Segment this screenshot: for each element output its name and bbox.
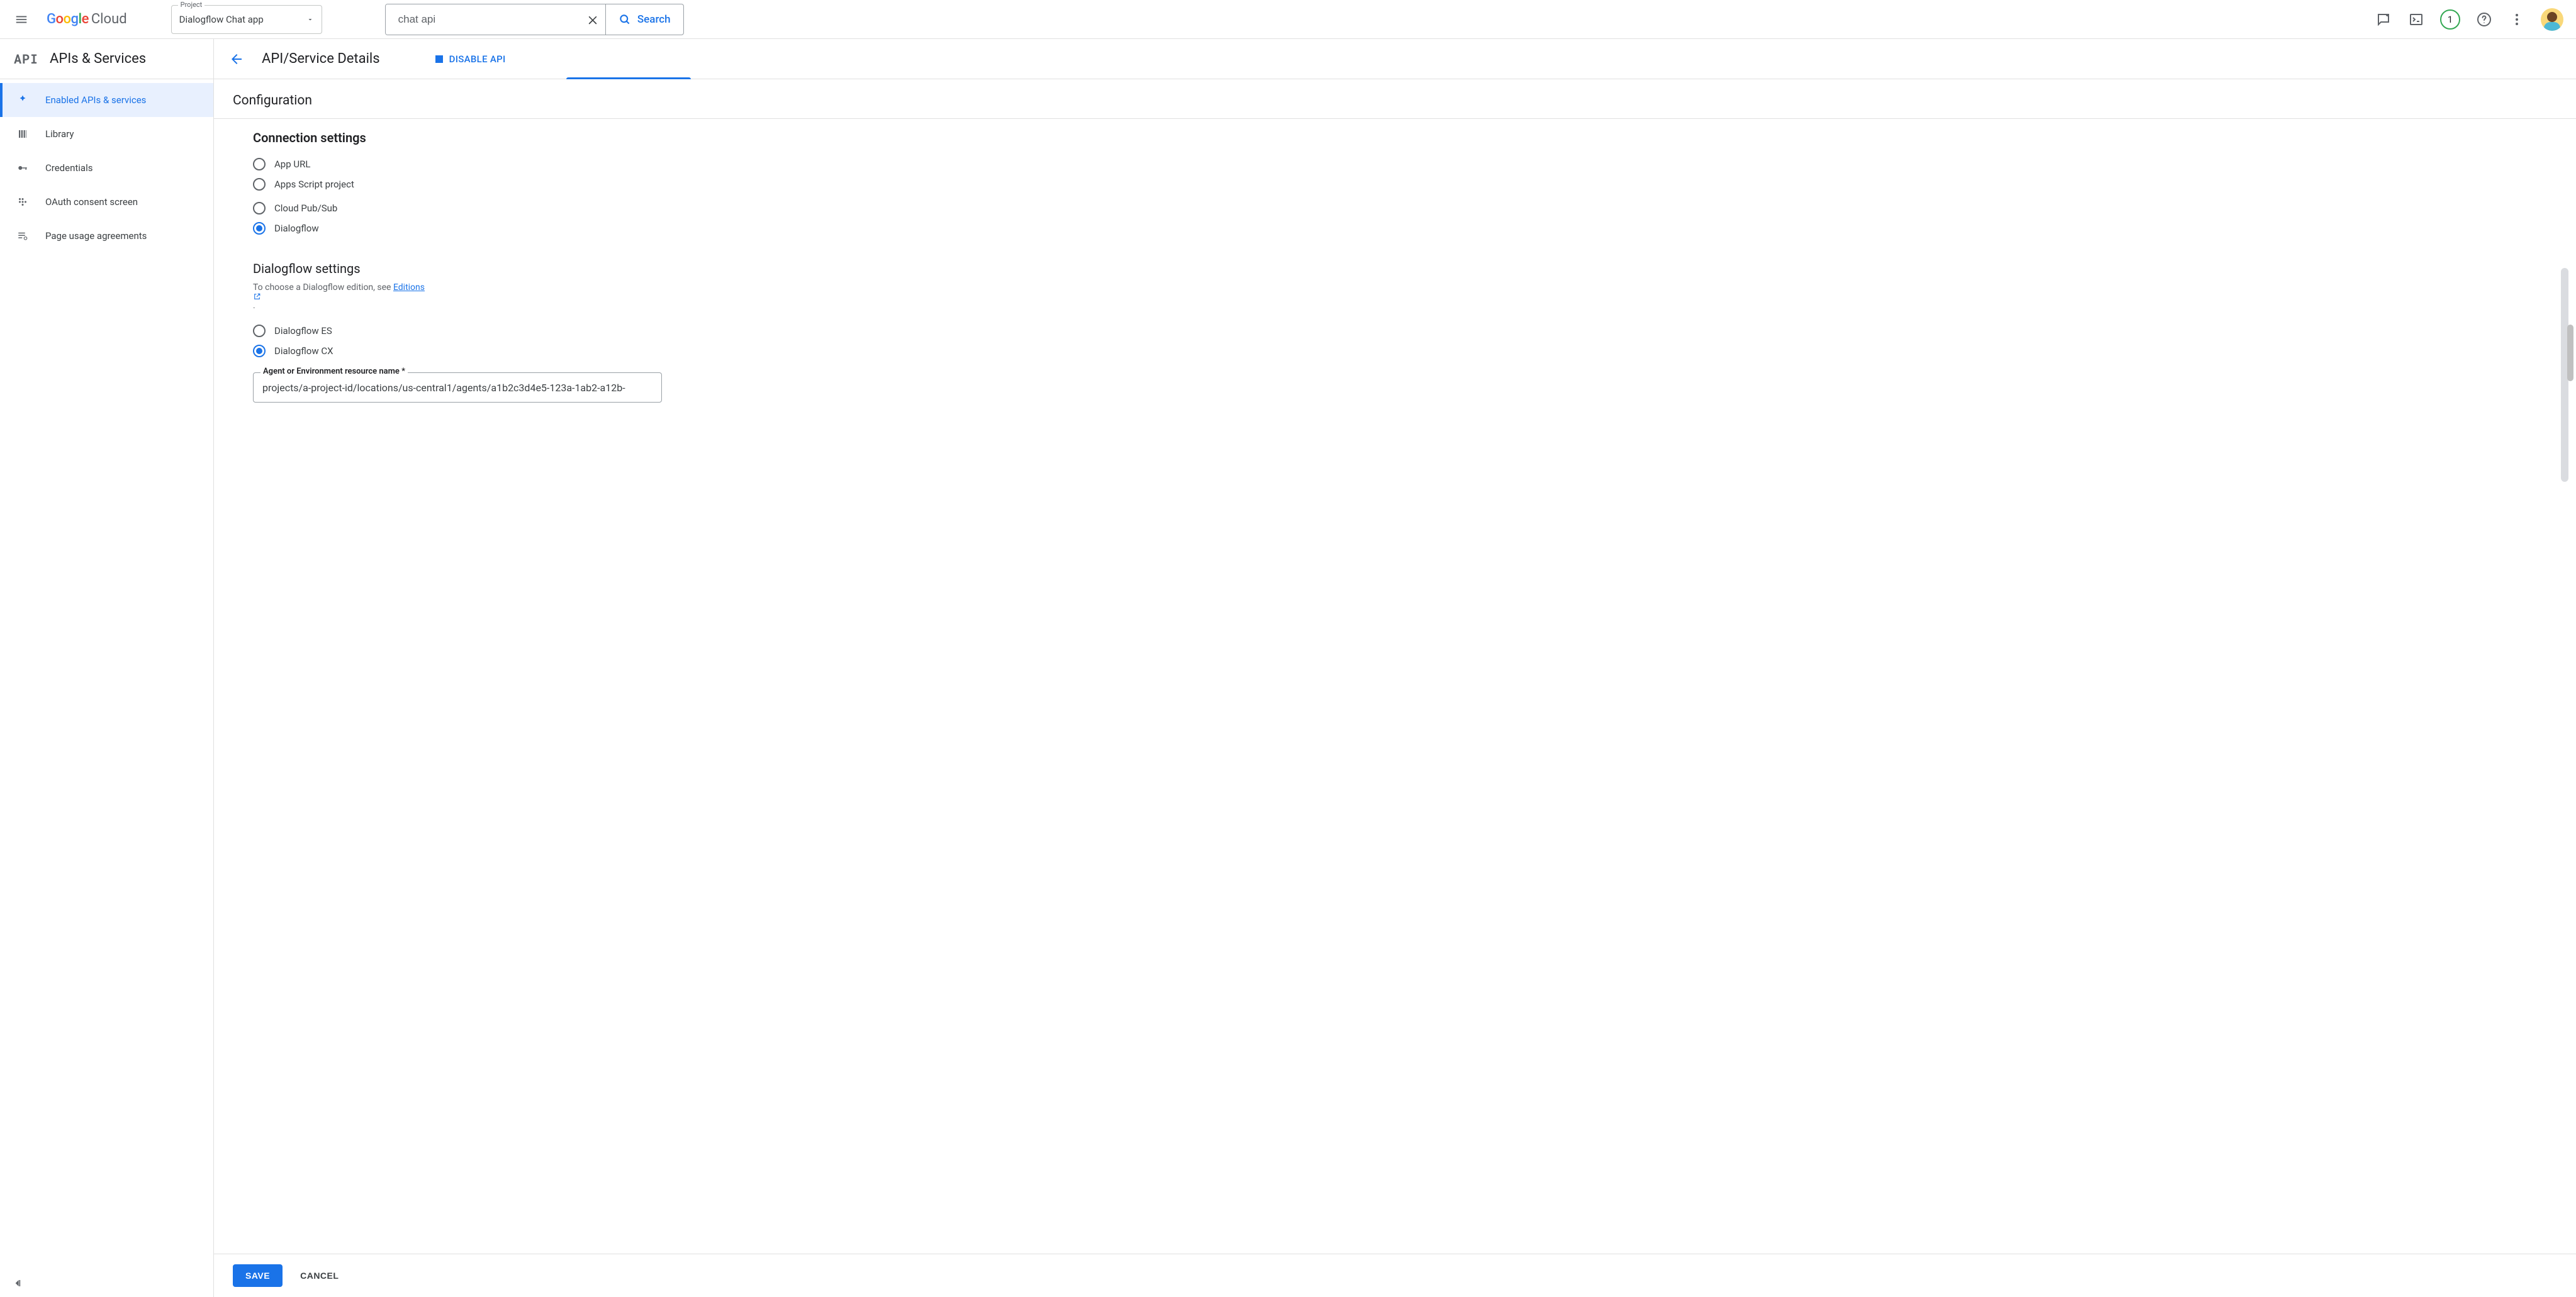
radio-icon: [253, 178, 266, 191]
main: API/Service Details DISABLE API Configur…: [214, 39, 2576, 1297]
cloud-shell-button[interactable]: [2407, 11, 2425, 28]
editions-link[interactable]: Editions: [393, 282, 425, 292]
radio-icon: [253, 202, 266, 214]
avatar[interactable]: [2541, 8, 2563, 31]
consent-icon: [16, 196, 29, 208]
dialogflow-title: Dialogflow settings: [253, 261, 2576, 276]
cancel-button[interactable]: CANCEL: [300, 1271, 339, 1281]
agent-resource-field: Agent or Environment resource name *: [253, 372, 662, 403]
google-cloud-logo[interactable]: Google Cloud: [47, 11, 127, 27]
menu-button[interactable]: [6, 4, 36, 35]
project-selector[interactable]: Project Dialogflow Chat app: [171, 5, 322, 34]
sidebar-item-oauth[interactable]: OAuth consent screen: [0, 185, 213, 219]
stop-icon: [435, 55, 443, 63]
sidebar-header: API APIs & Services: [0, 39, 213, 79]
close-icon: [586, 13, 599, 26]
search-button-label: Search: [637, 13, 671, 26]
search-input[interactable]: [386, 4, 580, 35]
arrow-left-icon: [229, 52, 244, 67]
avatar-image: [2541, 8, 2563, 31]
agent-field-label: Agent or Environment resource name *: [260, 367, 408, 376]
sidebar-title: APIs & Services: [50, 51, 146, 67]
radio-label: Dialogflow: [274, 223, 319, 234]
free-trial-count: 1: [2448, 14, 2453, 25]
search-box: Search: [385, 4, 684, 35]
help-icon: [2477, 12, 2492, 27]
radio-icon: [253, 222, 266, 235]
external-link-icon: [253, 292, 2576, 301]
spacer: [214, 405, 2576, 437]
radio-label: Cloud Pub/Sub: [274, 203, 337, 214]
google-wordmark: Google: [47, 11, 89, 27]
dots-vertical-icon: [2509, 12, 2524, 27]
shell: API APIs & Services Enabled APIs & servi…: [0, 39, 2576, 1297]
outer-scroll-thumb[interactable]: [2567, 325, 2573, 381]
radio-label: App URL: [274, 159, 310, 170]
sidebar-item-label: Credentials: [45, 162, 92, 174]
clear-search-button[interactable]: [580, 4, 605, 35]
key-icon: [16, 162, 29, 174]
sidebar-item-label: Enabled APIs & services: [45, 94, 146, 106]
radio-dialogflow-es[interactable]: Dialogflow ES: [253, 321, 2576, 341]
radio-icon: [253, 158, 266, 170]
sidebar: API APIs & Services Enabled APIs & servi…: [0, 39, 214, 1297]
radio-label: Dialogflow CX: [274, 345, 333, 357]
enabled-apis-icon: [16, 94, 29, 106]
agent-field-input[interactable]: [253, 372, 662, 403]
collapse-sidebar-button[interactable]: [11, 1277, 24, 1289]
disable-api-label: DISABLE API: [449, 53, 506, 65]
topbar-actions: 1: [2375, 8, 2563, 31]
feedback-button[interactable]: [2375, 11, 2392, 28]
back-button[interactable]: [229, 52, 244, 67]
sidebar-item-enabled-apis[interactable]: Enabled APIs & services: [0, 83, 213, 117]
sidebar-item-library[interactable]: Library: [0, 117, 213, 151]
chat-plus-icon: [2376, 12, 2391, 27]
content-scroll[interactable]: Configuration Connection settings App UR…: [214, 79, 2576, 1254]
api-chip: API: [14, 51, 38, 67]
section-title: Configuration: [214, 79, 2576, 118]
hint-suffix: .: [253, 301, 255, 311]
sidebar-item-label: Library: [45, 128, 74, 140]
connection-title: Connection settings: [253, 130, 2576, 145]
terminal-icon: [2409, 12, 2424, 27]
connection-settings: Connection settings App URL Apps Script …: [214, 119, 2576, 405]
disable-api-button[interactable]: DISABLE API: [435, 53, 506, 65]
search-icon: [619, 13, 631, 26]
list-gear-icon: [16, 230, 29, 242]
radio-app-url[interactable]: App URL: [253, 154, 2576, 174]
radio-icon: [253, 325, 266, 337]
search-button[interactable]: Search: [606, 4, 683, 35]
radio-pubsub[interactable]: Cloud Pub/Sub: [253, 198, 2576, 218]
radio-label: Apps Script project: [274, 179, 354, 190]
radio-icon: [253, 345, 266, 357]
sidebar-item-label: Page usage agreements: [45, 230, 147, 242]
sidebar-item-credentials[interactable]: Credentials: [0, 151, 213, 185]
more-button[interactable]: [2508, 11, 2526, 28]
radio-dialogflow-cx[interactable]: Dialogflow CX: [253, 341, 2576, 361]
project-selector-label: Project: [178, 1, 205, 9]
detail-header: API/Service Details DISABLE API: [214, 39, 2576, 79]
outer-scroll-rail: [2562, 79, 2576, 1254]
project-selector-value: Dialogflow Chat app: [179, 14, 264, 25]
topbar: Google Cloud Project Dialogflow Chat app…: [0, 0, 2576, 39]
sidebar-item-label: OAuth consent screen: [45, 196, 138, 208]
dialogflow-hint: To choose a Dialogflow edition, see Edit…: [253, 282, 2576, 311]
free-trial-badge[interactable]: 1: [2440, 9, 2460, 30]
help-button[interactable]: [2475, 11, 2493, 28]
sidebar-nav: Enabled APIs & services Library Credenti…: [0, 79, 213, 253]
footer: SAVE CANCEL: [214, 1254, 2576, 1297]
radio-label: Dialogflow ES: [274, 325, 332, 337]
hint-prefix: To choose a Dialogflow edition, see: [253, 282, 393, 292]
library-icon: [16, 128, 29, 140]
save-button[interactable]: SAVE: [233, 1264, 283, 1287]
caret-down-icon: [306, 16, 314, 23]
radio-apps-script[interactable]: Apps Script project: [253, 174, 2576, 194]
sidebar-item-agreements[interactable]: Page usage agreements: [0, 219, 213, 253]
detail-title: API/Service Details: [262, 51, 380, 67]
cloud-wordmark: Cloud: [91, 11, 127, 27]
chevron-left-icon: [11, 1277, 24, 1289]
hamburger-icon: [14, 13, 28, 26]
radio-dialogflow[interactable]: Dialogflow: [253, 218, 2576, 238]
